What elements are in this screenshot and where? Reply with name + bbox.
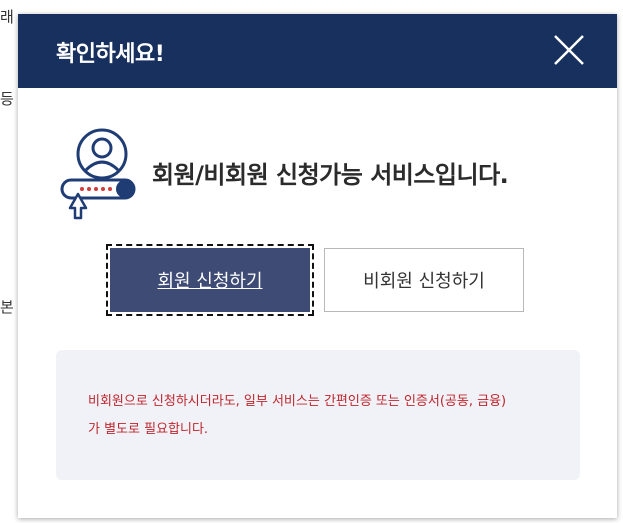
headline-row: 회원/비회원 신청가능 서비스입니다. [56,124,509,220]
confirm-dialog: 확인하세요! 회원/비회원 신청가능 서비스입니다. 회원 신청하기 비회원 신… [18,14,617,518]
notice-line-1: 비회원으로 신청하시더라도, 일부 서비스는 간편인증 또는 인증서(공동, 금… [88,394,507,409]
close-button[interactable] [551,32,587,68]
notice-box: 비회원으로 신청하시더라도, 일부 서비스는 간편인증 또는 인증서(공동, 금… [56,350,580,480]
member-apply-button[interactable]: 회원 신청하기 [106,244,314,316]
guest-apply-button[interactable]: 비회원 신청하기 [324,248,524,312]
modal-overlay: 확인하세요! 회원/비회원 신청가능 서비스입니다. 회원 신청하기 비회원 신… [0,0,623,523]
user-login-icon [56,124,140,220]
dialog-title: 확인하세요! [56,42,165,67]
close-icon [554,35,584,65]
notice-line-2: 가 별도로 필요합니다. [88,422,209,437]
action-buttons: 회원 신청하기 비회원 신청하기 [106,244,524,316]
service-headline: 회원/비회원 신청가능 서비스입니다. [152,160,509,189]
dialog-header: 확인하세요! [18,14,617,88]
